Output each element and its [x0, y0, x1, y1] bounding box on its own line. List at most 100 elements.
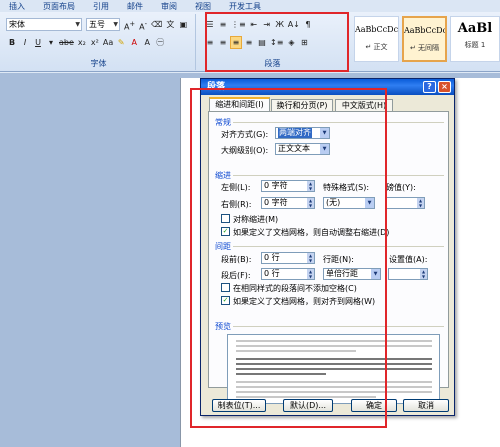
chevron-down-icon[interactable]: ▾: [45, 36, 57, 49]
auto-adjust-checkbox[interactable]: ✓: [221, 227, 230, 236]
mirror-indents-checkbox[interactable]: [221, 214, 230, 223]
font-shrink-icon[interactable]: A-: [137, 18, 149, 32]
font-name-value: 宋体: [9, 20, 25, 29]
tab-mailings[interactable]: 邮件: [118, 1, 152, 12]
special-indent-value: (无): [326, 198, 341, 207]
style-heading-1[interactable]: AaBl 标题 1: [450, 16, 500, 62]
alignment-label: 对齐方式(G):: [221, 130, 269, 139]
special-indent-select[interactable]: (无) ▼: [323, 197, 375, 209]
sort-icon[interactable]: A↓: [287, 18, 301, 31]
spacing-at-spinner[interactable]: ▲ ▼: [388, 268, 428, 280]
spin-arrows-icon[interactable]: ▲ ▼: [307, 253, 314, 263]
preview-section-label: 预览: [215, 322, 231, 331]
highlight-icon[interactable]: ✎: [115, 36, 127, 49]
phonetic-guide-icon[interactable]: 文: [164, 18, 176, 31]
shading-icon[interactable]: ◈: [285, 36, 297, 49]
superscript-icon[interactable]: x²: [89, 36, 101, 49]
enclose-char-icon[interactable]: ㊀: [154, 36, 166, 49]
italic-icon[interactable]: I: [19, 36, 31, 49]
help-button[interactable]: ?: [423, 81, 436, 93]
chevron-down-icon[interactable]: ▼: [365, 198, 374, 208]
decrease-indent-icon[interactable]: ⇤: [248, 18, 260, 31]
outline-level-value: 正文文本: [278, 144, 310, 153]
chevron-down-icon[interactable]: ▼: [371, 269, 380, 279]
preview-line: [236, 340, 432, 342]
font-name-combo[interactable]: 宋体 ▼: [6, 18, 82, 31]
strikethrough-icon[interactable]: abe: [58, 36, 75, 49]
preview-line: [236, 363, 432, 365]
bullets-icon[interactable]: ☰: [204, 18, 216, 31]
indent-right-spinner[interactable]: 0 字符 ▲ ▼: [261, 197, 315, 209]
preview-line: [236, 368, 432, 370]
align-right-icon[interactable]: ≡: [243, 36, 255, 49]
indent-section-label: 缩进: [215, 171, 231, 180]
line-spacing-value: 单倍行距: [326, 269, 358, 278]
font-grow-icon[interactable]: A+: [123, 18, 136, 32]
spin-arrows-icon[interactable]: ▲ ▼: [417, 198, 424, 208]
justify-icon[interactable]: ≡: [230, 36, 242, 49]
tab-indents-spacing[interactable]: 缩进和间距(I): [209, 97, 270, 112]
paragraph-list-tools: ☰ ≡ ⋮≡ ⇤ ⇥ Ж A↓ ¶: [204, 18, 314, 31]
underline-icon[interactable]: U: [32, 36, 44, 49]
tab-review[interactable]: 审阅: [152, 1, 186, 12]
spin-arrows-icon[interactable]: ▲ ▼: [420, 269, 427, 279]
style-normal[interactable]: AaBbCcDc ↵ 正文: [354, 16, 399, 62]
ok-button[interactable]: 确定: [351, 399, 397, 412]
distributed-icon[interactable]: ▤: [256, 36, 268, 49]
tab-developer[interactable]: 开发工具: [220, 1, 270, 12]
preview-line: [236, 345, 432, 347]
space-after-value: 0 行: [264, 269, 280, 278]
paragraph-align-tools: ≡ ≡ ≡ ≡ ▤ ↕≡ ◈ ⊞: [204, 36, 310, 49]
tab-page-layout[interactable]: 页面布局: [34, 1, 84, 12]
no-space-same-style-label: 在相同样式的段落间不添加空格(C): [233, 284, 357, 293]
spin-arrows-icon[interactable]: ▲ ▼: [307, 269, 314, 279]
show-marks-icon[interactable]: ¶: [302, 18, 314, 31]
change-case-icon[interactable]: Aa: [102, 36, 114, 49]
set-default-button[interactable]: 默认(D)...: [283, 399, 333, 412]
clear-format-icon[interactable]: ⌫: [150, 18, 163, 31]
line-spacing-icon[interactable]: ↕≡: [269, 36, 284, 49]
tab-view[interactable]: 视图: [186, 1, 220, 12]
snap-to-grid-checkbox[interactable]: ✓: [221, 296, 230, 305]
style-no-spacing[interactable]: AaBbCcDc ↵ 无间隔: [402, 16, 447, 62]
snap-to-grid-label: 如果定义了文档网格，则对齐到网格(W): [233, 297, 376, 306]
font-size-tools: A+ A- ⌫ 文 ▣: [123, 18, 189, 32]
subscript-icon[interactable]: x₂: [76, 36, 88, 49]
chevron-down-icon[interactable]: ▼: [113, 19, 118, 30]
increase-indent-icon[interactable]: ⇥: [261, 18, 273, 31]
font-size-combo[interactable]: 五号 ▼: [86, 18, 120, 31]
indent-by-spinner[interactable]: ▲ ▼: [385, 197, 425, 209]
borders-icon[interactable]: ⊞: [298, 36, 310, 49]
preview-line: [236, 350, 356, 352]
spin-arrows-icon[interactable]: ▲ ▼: [307, 198, 314, 208]
cancel-button[interactable]: 取消: [403, 399, 449, 412]
no-space-same-style-checkbox[interactable]: [221, 283, 230, 292]
close-button[interactable]: ×: [438, 81, 451, 93]
chevron-down-icon[interactable]: ▼: [75, 19, 80, 30]
text-direction-icon[interactable]: Ж: [274, 18, 286, 31]
numbering-icon[interactable]: ≡: [217, 18, 229, 31]
alignment-select[interactable]: 两端对齐 ▼: [275, 127, 330, 139]
align-center-icon[interactable]: ≡: [217, 36, 229, 49]
style-name: 标题 1: [464, 41, 486, 49]
tab-references[interactable]: 引用: [84, 1, 118, 12]
char-shading-icon[interactable]: A: [141, 36, 153, 49]
spin-arrows-icon[interactable]: ▲ ▼: [307, 181, 314, 191]
font-color-icon[interactable]: A: [128, 36, 140, 49]
tab-insert[interactable]: 插入: [0, 1, 34, 12]
multilevel-list-icon[interactable]: ⋮≡: [230, 18, 247, 31]
line-spacing-select[interactable]: 单倍行距 ▼: [323, 268, 381, 280]
alignment-value: 两端对齐: [278, 128, 312, 138]
tabs-button[interactable]: 制表位(T)...: [212, 399, 266, 412]
chevron-down-icon[interactable]: ▼: [320, 128, 329, 138]
space-after-spinner[interactable]: 0 行 ▲ ▼: [261, 268, 315, 280]
char-border-icon[interactable]: ▣: [177, 18, 189, 31]
outline-level-select[interactable]: 正文文本 ▼: [275, 143, 330, 155]
spacing-section-label: 间距: [215, 242, 231, 251]
align-left-icon[interactable]: ≡: [204, 36, 216, 49]
bold-icon[interactable]: B: [6, 36, 18, 49]
space-before-spinner[interactable]: 0 行 ▲ ▼: [261, 252, 315, 264]
indent-left-spinner[interactable]: 0 字符 ▲ ▼: [261, 180, 315, 192]
chevron-down-icon[interactable]: ▼: [320, 144, 329, 154]
dialog-title-bar[interactable]: 段落: [201, 79, 454, 95]
